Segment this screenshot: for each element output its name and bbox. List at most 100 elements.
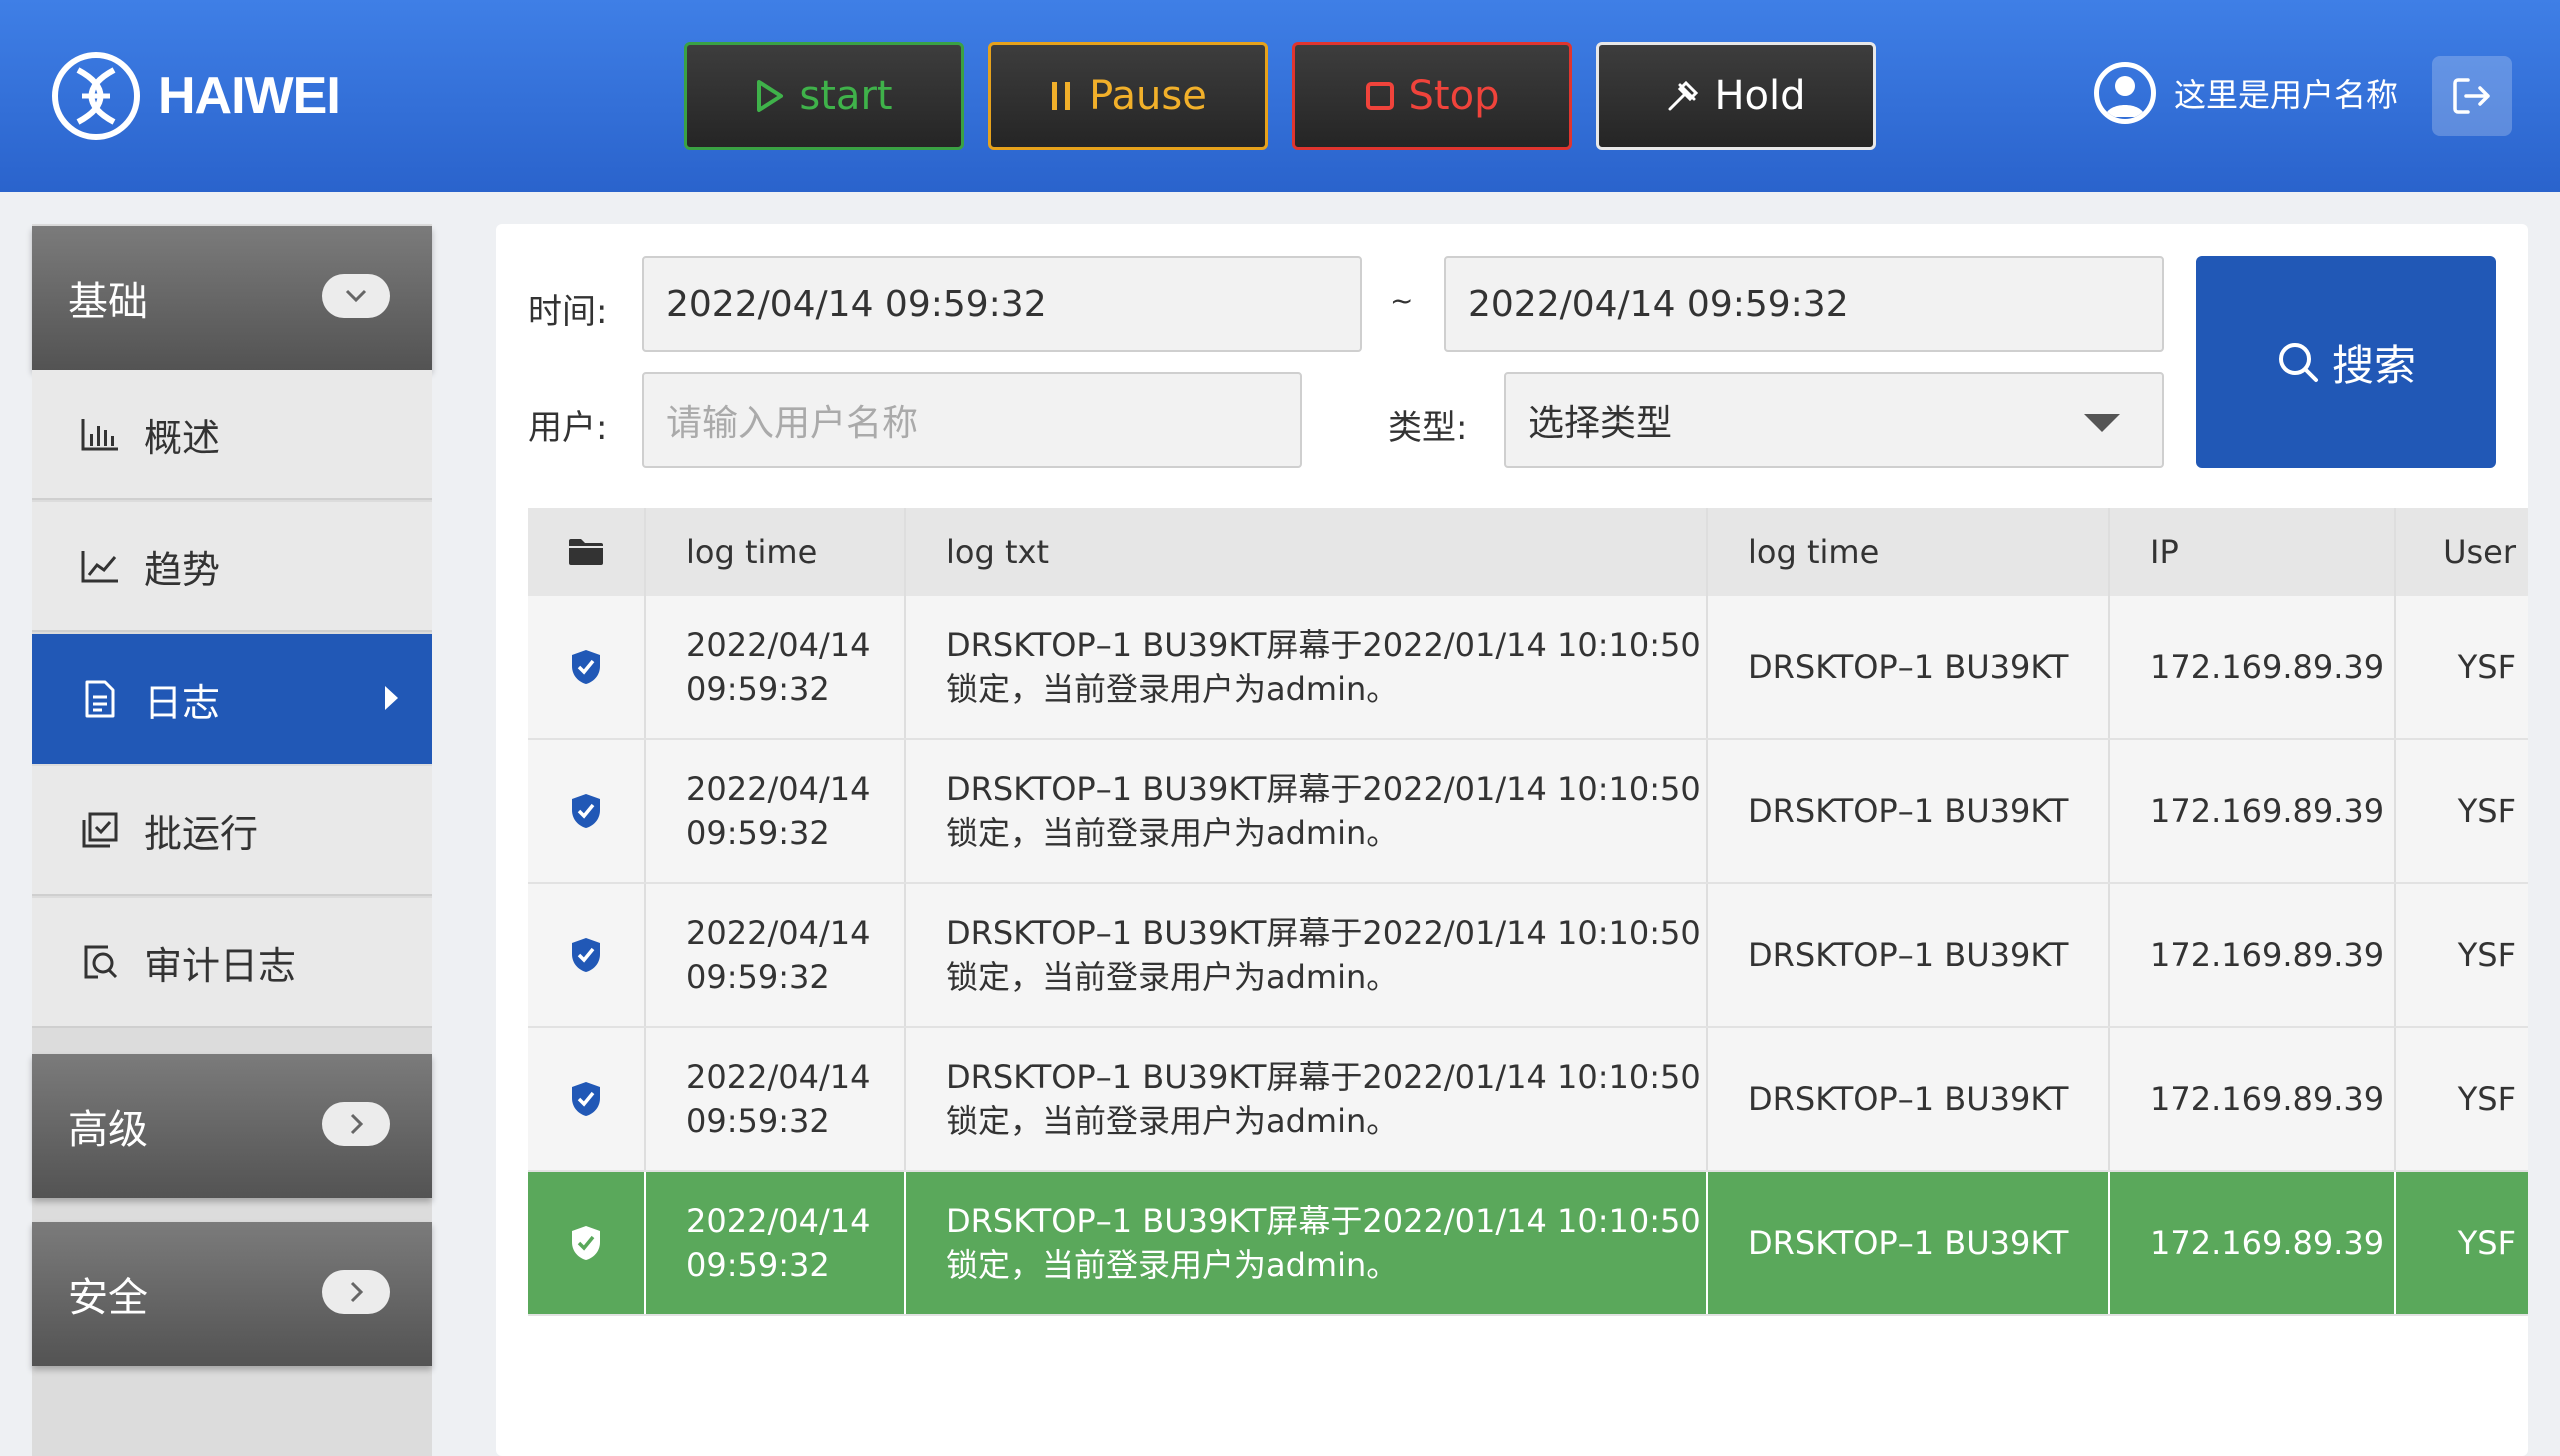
type-select[interactable]: 选择类型 bbox=[1504, 372, 2164, 468]
ip-cell: 172.169.89.39 bbox=[2150, 792, 2385, 830]
host-cell: DRSKTOP–1 BU39KT bbox=[1748, 648, 2069, 686]
time-end-input[interactable]: 2022/04/14 09:59:32 bbox=[1444, 256, 2164, 352]
log-time-cell: 2022/04/14 09:59:32 bbox=[646, 884, 904, 1026]
log-txt-line: 锁定，当前登录用户为admin。 bbox=[946, 1102, 1399, 1140]
log-time-cell: 2022/04/14 09:59:32 bbox=[646, 740, 904, 882]
bar-chart-icon bbox=[78, 412, 122, 456]
chevron-right-icon[interactable] bbox=[322, 1102, 390, 1146]
batch-icon bbox=[78, 808, 122, 852]
row-shield-cell bbox=[528, 884, 644, 1026]
table-row[interactable]: 2022/04/14 09:59:32 DRSKTOP–1 BU39KT屏幕于20… bbox=[528, 740, 2528, 884]
row-shield-cell bbox=[528, 596, 644, 738]
top-header: HAIWEI start Pause Stop Hold 这里是用户名称 bbox=[0, 0, 2560, 192]
table-row[interactable]: 2022/04/14 09:59:32 DRSKTOP–1 BU39KT屏幕于20… bbox=[528, 596, 2528, 740]
ip-cell: 172.169.89.39 bbox=[2150, 1224, 2385, 1262]
logout-button[interactable] bbox=[2432, 56, 2512, 136]
shield-check-icon bbox=[572, 1226, 600, 1260]
document-icon bbox=[78, 677, 122, 721]
log-txt-cell: DRSKTOP–1 BU39KT屏幕于2022/01/14 10:10:50 锁定… bbox=[906, 596, 1706, 738]
user-cell: YSF bbox=[2457, 1224, 2516, 1262]
sidebar-item-label: 概述 bbox=[144, 415, 221, 460]
sidebar-group-advanced[interactable]: 高级 bbox=[32, 1054, 432, 1198]
log-clock: 09:59:32 bbox=[686, 1102, 830, 1140]
table-row[interactable]: 2022/04/14 09:59:32 DRSKTOP–1 BU39KT屏幕于20… bbox=[528, 884, 2528, 1028]
avatar-icon bbox=[2094, 62, 2156, 124]
log-txt-cell: DRSKTOP–1 BU39KT屏幕于2022/01/14 10:10:50 锁定… bbox=[906, 740, 1706, 882]
column-header-user[interactable]: User bbox=[2396, 508, 2528, 596]
sidebar-item-label: 批运行 bbox=[144, 811, 259, 856]
pause-button[interactable]: Pause bbox=[988, 42, 1268, 150]
search-button[interactable]: 搜索 bbox=[2196, 256, 2496, 468]
group-label: 高级 bbox=[68, 1107, 148, 1153]
chevron-down-icon[interactable] bbox=[322, 274, 390, 318]
stop-label: Stop bbox=[1408, 73, 1500, 119]
host-cell: DRSKTOP–1 BU39KT bbox=[1748, 1080, 2069, 1118]
time-start-input[interactable]: 2022/04/14 09:59:32 bbox=[642, 256, 1362, 352]
log-txt-line: DRSKTOP–1 BU39KT屏幕于2022/01/14 10:10:50 bbox=[946, 1202, 1701, 1240]
row-shield-cell bbox=[528, 1172, 644, 1314]
logo-icon bbox=[52, 52, 140, 140]
search-label: 搜索 bbox=[2331, 340, 2416, 390]
row-shield-cell bbox=[528, 740, 644, 882]
log-txt-line: 锁定，当前登录用户为admin。 bbox=[946, 958, 1399, 996]
stop-button[interactable]: Stop bbox=[1292, 42, 1572, 150]
log-date: 2022/04/14 bbox=[686, 770, 871, 808]
log-time-cell: 2022/04/14 09:59:32 bbox=[646, 1028, 904, 1170]
column-header-log-time[interactable]: log time bbox=[646, 508, 904, 596]
logout-icon bbox=[2453, 78, 2490, 114]
sidebar-item-log[interactable]: 日志 bbox=[32, 634, 432, 764]
user-label: 用户: bbox=[528, 408, 608, 448]
ip-cell: 172.169.89.39 bbox=[2150, 648, 2385, 686]
column-header-log-txt[interactable]: log txt bbox=[906, 508, 1706, 596]
log-clock: 09:59:32 bbox=[686, 670, 830, 708]
log-txt-cell: DRSKTOP–1 BU39KT屏幕于2022/01/14 10:10:50 锁定… bbox=[906, 1172, 1706, 1314]
play-icon bbox=[757, 80, 784, 112]
log-txt-cell: DRSKTOP–1 BU39KT屏幕于2022/01/14 10:10:50 锁定… bbox=[906, 1028, 1706, 1170]
start-button[interactable]: start bbox=[684, 42, 964, 150]
host-cell: DRSKTOP–1 BU39KT bbox=[1748, 792, 2069, 830]
ip-cell: 172.169.89.39 bbox=[2150, 1080, 2385, 1118]
log-clock: 09:59:32 bbox=[686, 1246, 830, 1284]
dropdown-caret-icon bbox=[2084, 414, 2120, 432]
row-shield-cell bbox=[528, 1028, 644, 1170]
user-profile[interactable]: 这里是用户名称 bbox=[2094, 62, 2398, 124]
folder-icon[interactable] bbox=[567, 537, 605, 567]
table-row[interactable]: 2022/04/14 09:59:32 DRSKTOP–1 BU39KT屏幕于20… bbox=[528, 1028, 2528, 1172]
log-txt-line: 锁定，当前登录用户为admin。 bbox=[946, 670, 1399, 708]
sidebar-item-trend[interactable]: 趋势 bbox=[32, 502, 432, 632]
sidebar-group-basic[interactable]: 基础 bbox=[32, 226, 432, 370]
log-date: 2022/04/14 bbox=[686, 914, 871, 952]
column-header-log-time-2[interactable]: log time bbox=[1708, 508, 2108, 596]
user-input[interactable]: 请输入用户名称 bbox=[642, 372, 1302, 468]
sidebar-item-label: 趋势 bbox=[144, 547, 221, 592]
type-select-value: 选择类型 bbox=[1528, 403, 1673, 444]
table-row-selected[interactable]: 2022/04/14 09:59:32 DRSKTOP–1 BU39KT屏幕于20… bbox=[528, 1172, 2528, 1316]
sidebar-group-security[interactable]: 安全 bbox=[32, 1222, 432, 1366]
column-header-ip[interactable]: IP bbox=[2110, 508, 2394, 596]
hold-button[interactable]: Hold bbox=[1596, 42, 1876, 150]
hold-icon bbox=[1668, 80, 1699, 111]
time-label: 时间: bbox=[528, 292, 608, 332]
log-txt-line: DRSKTOP–1 BU39KT屏幕于2022/01/14 10:10:50 bbox=[946, 914, 1701, 952]
caret-right-icon bbox=[385, 686, 398, 710]
log-date: 2022/04/14 bbox=[686, 1058, 871, 1096]
sidebar-item-audit-log[interactable]: 审计日志 bbox=[32, 898, 432, 1028]
shield-check-icon bbox=[572, 938, 600, 972]
log-txt-line: 锁定，当前登录用户为admin。 bbox=[946, 1246, 1399, 1284]
log-time-cell: 2022/04/14 09:59:32 bbox=[646, 1172, 904, 1314]
line-chart-icon bbox=[78, 544, 122, 588]
host-cell: DRSKTOP–1 BU39KT bbox=[1748, 936, 2069, 974]
sidebar-item-overview[interactable]: 概述 bbox=[32, 370, 432, 500]
sidebar-item-batch[interactable]: 批运行 bbox=[32, 766, 432, 896]
audit-icon bbox=[78, 940, 122, 984]
log-txt-line: DRSKTOP–1 BU39KT屏幕于2022/01/14 10:10:50 bbox=[946, 770, 1701, 808]
chevron-right-icon[interactable] bbox=[322, 1270, 390, 1314]
start-label: start bbox=[799, 73, 893, 119]
user-cell: YSF bbox=[2457, 1080, 2516, 1118]
brand-name: HAIWEI bbox=[158, 67, 341, 125]
shield-check-icon bbox=[572, 794, 600, 828]
range-separator: ~ bbox=[1390, 284, 1414, 317]
stop-icon bbox=[1365, 82, 1394, 110]
sidebar: 基础 概述 趋势 日志 批运行 审计日志 高级 安全 bbox=[32, 224, 432, 1456]
sidebar-item-label: 日志 bbox=[144, 680, 221, 725]
